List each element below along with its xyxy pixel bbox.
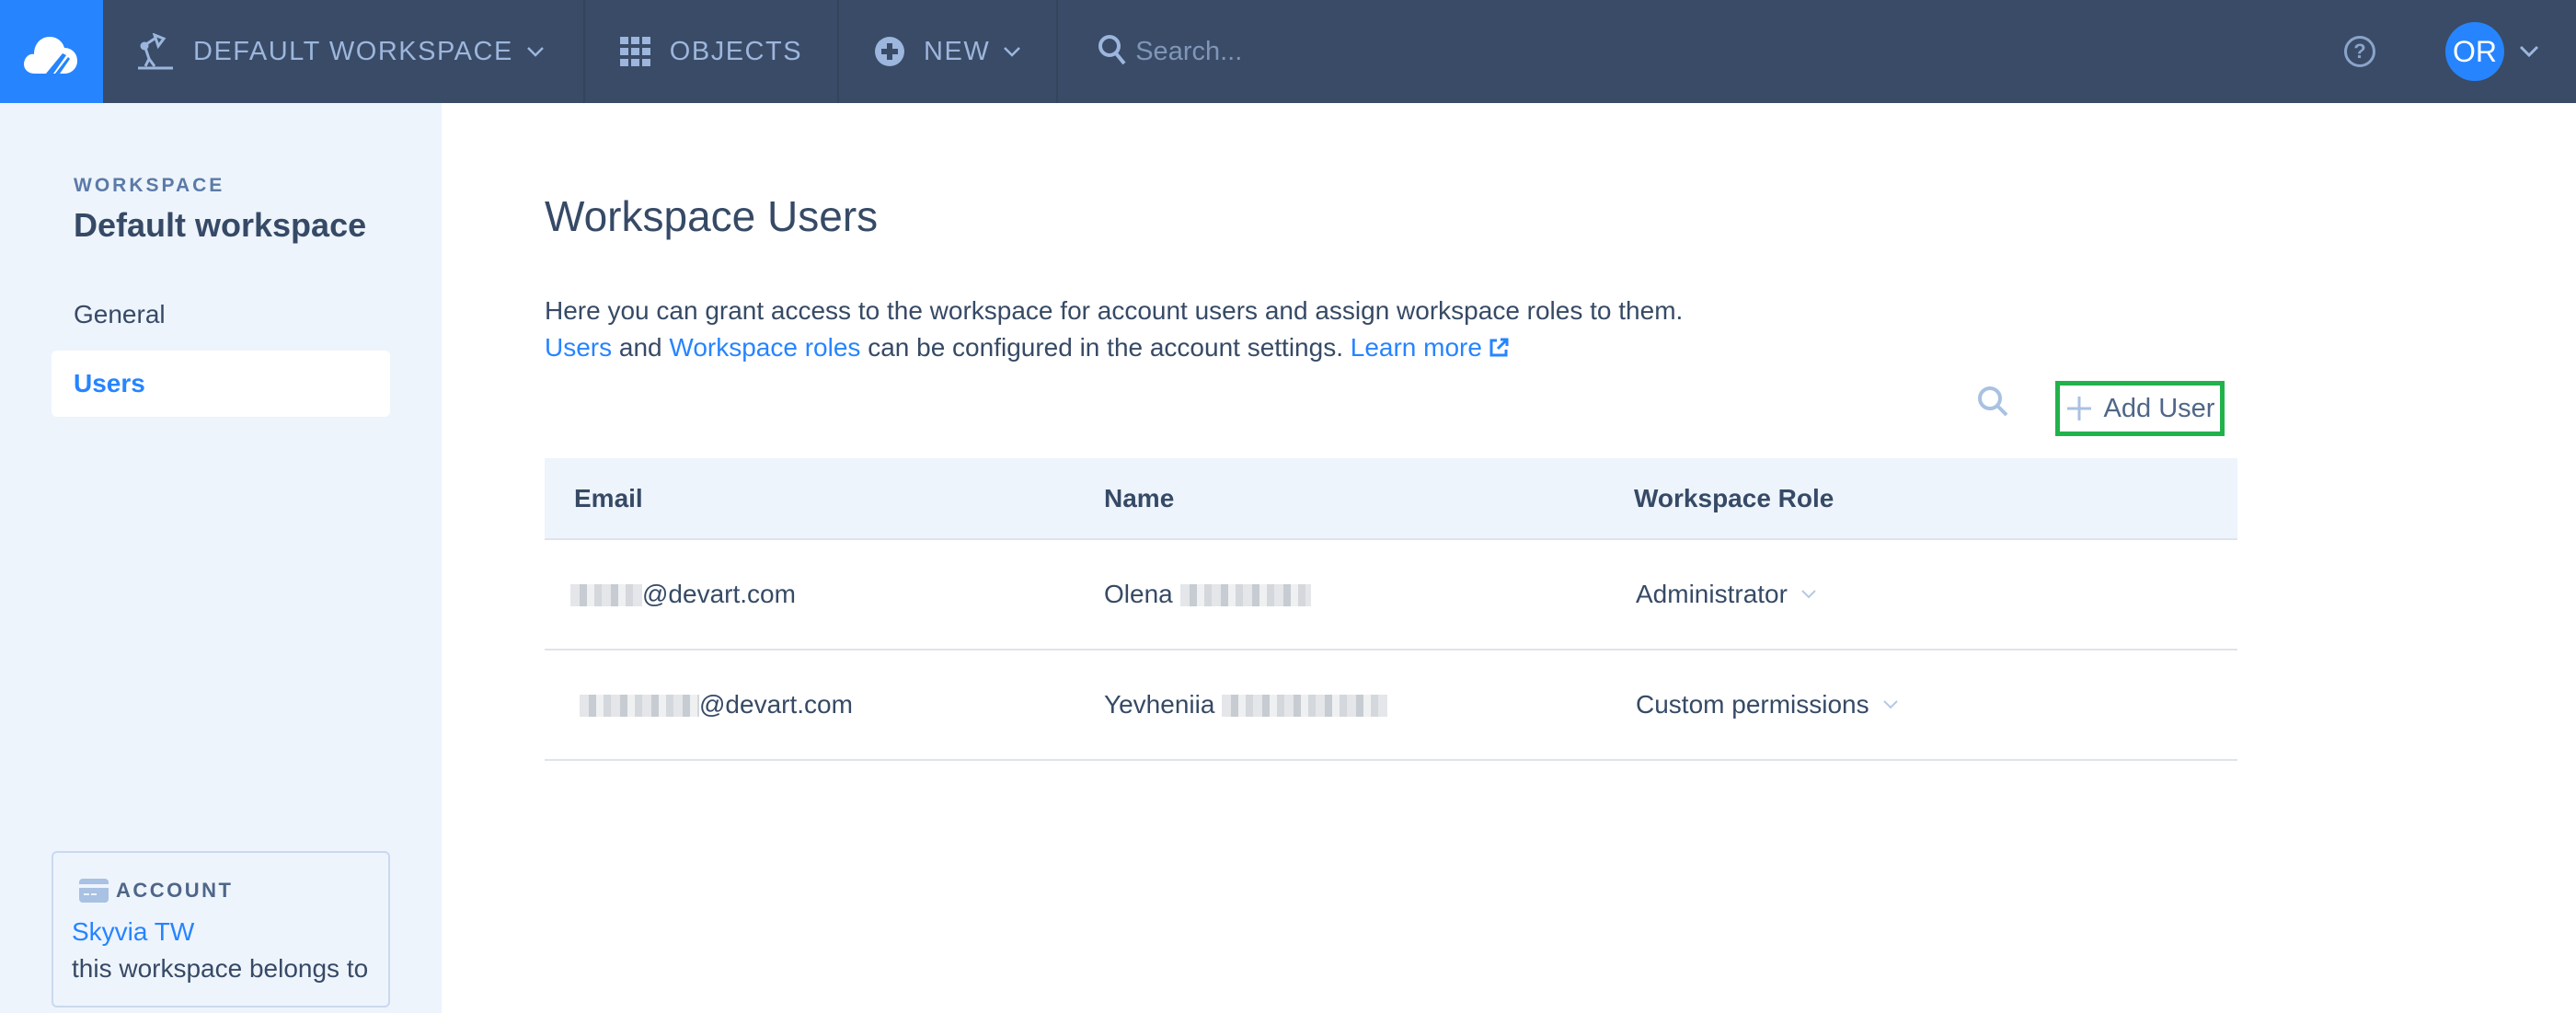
sidebar-item-general[interactable]: General xyxy=(52,282,390,348)
users-link[interactable]: Users xyxy=(545,333,612,362)
role-dropdown[interactable]: Administrator xyxy=(1636,580,1817,609)
name-cell: Olena xyxy=(1075,539,1604,650)
table-header-row: Email Name Workspace Role xyxy=(545,458,2237,540)
column-header-name[interactable]: Name xyxy=(1075,458,1604,540)
chevron-down-icon xyxy=(1882,699,1899,710)
column-header-role[interactable]: Workspace Role xyxy=(1604,458,2237,540)
sidebar-section-label: WORKSPACE xyxy=(74,175,225,196)
name-cell: Yevheniia xyxy=(1075,650,1604,761)
first-name: Yevheniia xyxy=(1104,690,1215,719)
page-title: Workspace Users xyxy=(545,192,879,240)
table-search-icon[interactable] xyxy=(1976,385,2009,422)
redacted-text xyxy=(570,584,642,606)
redacted-text xyxy=(580,695,699,717)
first-name: Olena xyxy=(1104,580,1173,608)
email-domain: @devart.com xyxy=(699,690,853,719)
page-description: Here you can grant access to the workspa… xyxy=(545,293,1683,369)
global-search xyxy=(1058,0,2344,103)
grid-icon xyxy=(619,37,651,66)
plus-circle-icon xyxy=(874,36,905,67)
external-link-icon xyxy=(1488,332,1510,369)
column-header-email[interactable]: Email xyxy=(545,458,1075,540)
account-header: ACCOUNT xyxy=(79,879,234,903)
role-dropdown[interactable]: Custom permissions xyxy=(1636,690,1899,719)
workspace-menu[interactable]: DEFAULT WORKSPACE xyxy=(103,0,585,103)
table-row[interactable]: @devart.com Olena Administrator xyxy=(545,539,2237,650)
objects-menu-label: OBJECTS xyxy=(669,36,803,66)
credit-card-icon xyxy=(79,879,109,903)
sidebar-workspace-title: Default workspace xyxy=(74,206,367,244)
new-menu[interactable]: NEW xyxy=(839,0,1059,103)
account-description: this workspace belongs to xyxy=(72,954,369,983)
plus-icon xyxy=(2065,395,2093,422)
workspace-roles-link[interactable]: Workspace roles xyxy=(669,333,860,362)
role-value: Administrator xyxy=(1636,580,1788,608)
users-table: Email Name Workspace Role @devart.com Ol… xyxy=(545,458,2237,761)
add-user-label: Add User xyxy=(2103,393,2215,423)
top-navigation-bar: DEFAULT WORKSPACE OBJECTS NEW Search... … xyxy=(0,0,2576,103)
table-row[interactable]: @devart.com Yevheniia Custom permissions xyxy=(545,650,2237,761)
role-cell: Administrator xyxy=(1604,539,2237,650)
chevron-down-icon xyxy=(1800,589,1817,600)
email-domain: @devart.com xyxy=(642,580,796,608)
workspace-menu-label: DEFAULT WORKSPACE xyxy=(193,36,513,66)
role-cell: Custom permissions xyxy=(1604,650,2237,761)
desk-lamp-icon xyxy=(136,33,175,70)
user-avatar[interactable]: OR xyxy=(2445,22,2504,81)
description-text-and: and xyxy=(612,333,670,362)
search-icon xyxy=(1097,33,1128,71)
sidebar: WORKSPACE Default workspace General User… xyxy=(0,103,442,1013)
email-cell: @devart.com xyxy=(545,539,1075,650)
account-name-link[interactable]: Skyvia TW xyxy=(72,917,194,947)
account-label: ACCOUNT xyxy=(116,879,234,902)
help-icon[interactable]: ? xyxy=(2344,36,2375,67)
search-input[interactable] xyxy=(1135,36,1596,67)
add-user-button[interactable]: Add User xyxy=(2055,381,2225,436)
chevron-down-icon xyxy=(1003,46,1021,57)
sidebar-item-users[interactable]: Users xyxy=(52,351,390,417)
chevron-down-icon[interactable] xyxy=(2519,45,2539,58)
home-logo-button[interactable] xyxy=(0,0,103,103)
objects-menu[interactable]: OBJECTS xyxy=(585,0,840,103)
role-value: Custom permissions xyxy=(1636,690,1869,719)
email-cell: @devart.com xyxy=(545,650,1075,761)
learn-more-label: Learn more xyxy=(1350,333,1482,362)
learn-more-link[interactable]: Learn more xyxy=(1351,333,1510,362)
description-text-rest: can be configured in the account setting… xyxy=(860,333,1351,362)
redacted-text xyxy=(1222,695,1388,717)
new-menu-label: NEW xyxy=(924,36,991,66)
main-content: Workspace Users Here you can grant acces… xyxy=(442,103,2576,1013)
cloud-logo-icon xyxy=(24,37,77,74)
redacted-text xyxy=(1179,584,1311,606)
user-tools: ? OR xyxy=(2344,0,2576,103)
chevron-down-icon xyxy=(526,46,545,57)
description-line-1: Here you can grant access to the workspa… xyxy=(545,296,1684,325)
description-line-2: Users and Workspace roles can be configu… xyxy=(545,329,1683,369)
account-card: ACCOUNT Skyvia TW this workspace belongs… xyxy=(52,851,390,1007)
